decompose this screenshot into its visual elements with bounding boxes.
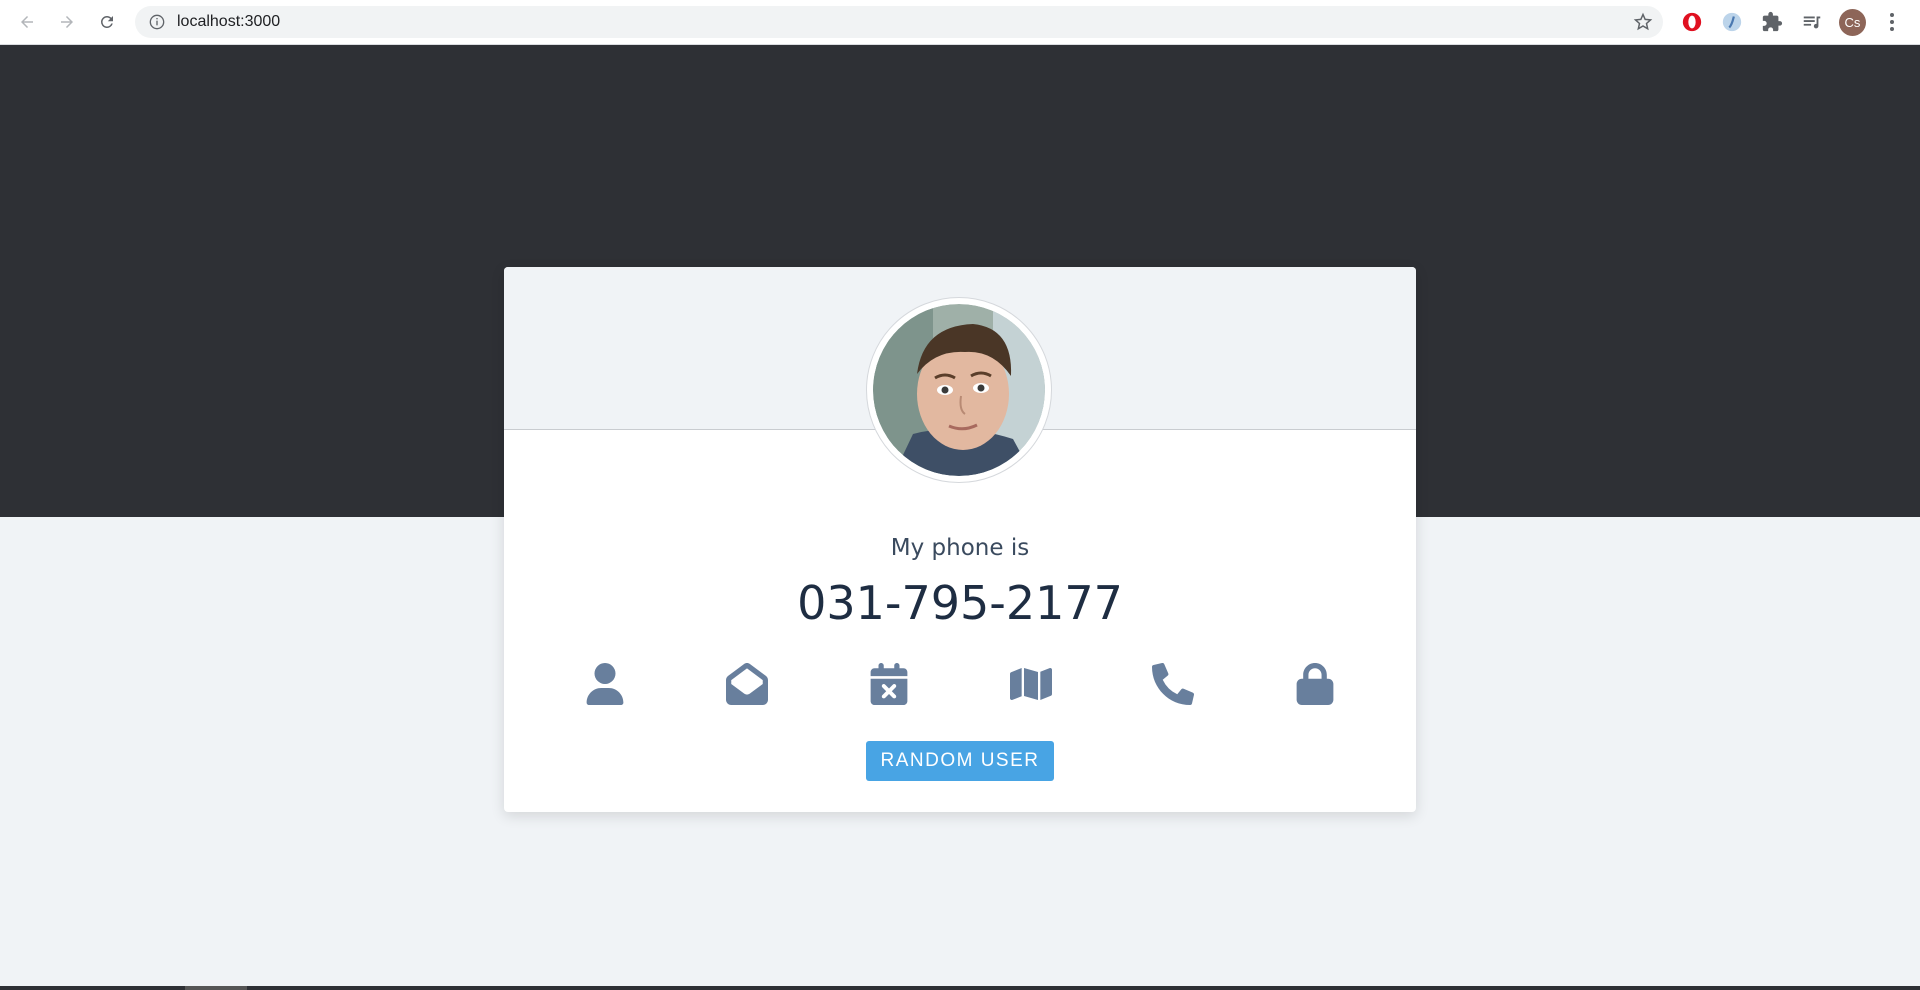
address-bar[interactable]: localhost:3000 (135, 6, 1663, 38)
more-menu-icon[interactable] (1884, 10, 1900, 34)
profile-avatar[interactable]: Cs (1839, 9, 1866, 36)
name-tab[interactable] (580, 659, 630, 709)
arrow-right-icon (61, 16, 73, 28)
password-tab[interactable] (1290, 659, 1340, 709)
arrow-left-icon (21, 16, 33, 28)
lock-icon (1296, 663, 1334, 705)
url-text: localhost:3000 (177, 13, 281, 30)
phone-tab[interactable] (1148, 659, 1198, 709)
user-photo (866, 297, 1052, 483)
email-tab[interactable] (722, 659, 772, 709)
opera-extension-button[interactable] (1679, 9, 1705, 35)
media-control-button[interactable] (1799, 9, 1825, 35)
user-portrait-image (873, 304, 1045, 476)
bookmark-star-icon[interactable] (1633, 12, 1653, 32)
reload-button[interactable] (93, 8, 121, 36)
calendar-times-icon (870, 663, 908, 705)
info-icon[interactable] (149, 14, 165, 30)
bottom-scrollbar[interactable] (0, 986, 1920, 990)
globe-extension-icon (1722, 12, 1742, 32)
back-button[interactable] (13, 8, 41, 36)
info-label: My phone is (890, 535, 1030, 561)
reload-icon (100, 15, 113, 28)
puzzle-icon (1762, 11, 1783, 32)
browser-toolbar: localhost:3000 Cs (0, 0, 1920, 45)
extensions-button[interactable] (1759, 9, 1785, 35)
map-icon (1010, 667, 1052, 701)
phone-icon (1152, 663, 1194, 705)
playlist-icon (1803, 16, 1821, 29)
user-icon (586, 663, 624, 705)
scrollbar-thumb[interactable] (185, 986, 247, 990)
extension-button[interactable] (1719, 9, 1745, 35)
info-icon-row (504, 659, 1416, 709)
random-user-button[interactable]: RANDOM USER (866, 741, 1054, 781)
forward-button[interactable] (53, 8, 81, 36)
address-tab[interactable] (1006, 659, 1056, 709)
envelope-open-icon (726, 663, 768, 705)
info-value: 031-795-2177 (797, 576, 1123, 630)
opera-icon (1682, 12, 1702, 32)
birthday-tab[interactable] (864, 659, 914, 709)
user-card: My phone is 031-795-2177 RANDOM USER (504, 267, 1416, 812)
